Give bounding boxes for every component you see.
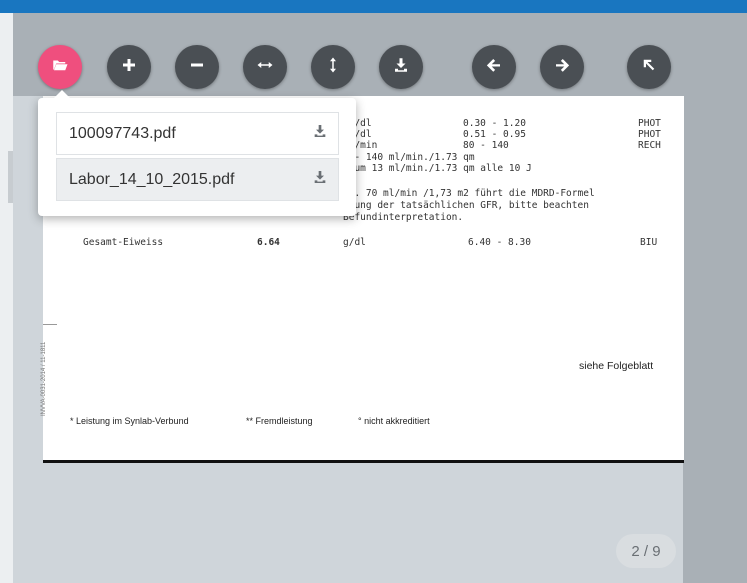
top-bar xyxy=(0,0,747,13)
open-file-button[interactable] xyxy=(38,45,82,89)
exit-button[interactable] xyxy=(627,45,671,89)
file-menu: 100097743.pdf Labor_14_10_2015.pdf xyxy=(38,90,356,216)
doc-legend-3: ° nicht akkreditiert xyxy=(358,416,430,426)
folder-open-icon xyxy=(51,56,69,79)
download-button[interactable] xyxy=(379,45,423,89)
page-mark xyxy=(43,324,57,325)
file-name: 100097743.pdf xyxy=(69,124,176,142)
download-icon[interactable] xyxy=(312,169,328,190)
doc-protein-unit: g/dl xyxy=(343,237,366,248)
doc-legend-1: * Leistung im Synlab-Verbund xyxy=(70,416,189,426)
file-item[interactable]: Labor_14_10_2015.pdf xyxy=(56,158,339,201)
doc-note-1: 3 - 140 ml/min./1.73 qm xyxy=(343,152,475,163)
doc-vertical-text: INVVA-0031-2014 / 11-1811 xyxy=(41,341,47,416)
left-sidebar xyxy=(0,13,13,583)
file-item[interactable]: 100097743.pdf xyxy=(56,112,339,155)
doc-legend-2: ** Fremdleistung xyxy=(246,416,313,426)
arrow-left-icon xyxy=(485,56,503,79)
doc-protein-code: BIU xyxy=(640,237,658,248)
next-page-button[interactable] xyxy=(540,45,584,89)
arrow-right-icon xyxy=(553,56,571,79)
doc-code-1: PHOT xyxy=(638,118,661,129)
arrow-up-left-icon xyxy=(640,56,658,79)
download-icon xyxy=(392,56,410,79)
doc-note-4: tzung der tatsächlichen GFR, bitte beach… xyxy=(343,200,589,211)
doc-protein-range: 6.40 - 8.30 xyxy=(468,237,531,248)
file-name: Labor_14_10_2015.pdf xyxy=(69,170,235,188)
doc-footer-right: siehe Folgeblatt xyxy=(579,360,654,372)
fit-height-button[interactable] xyxy=(311,45,355,89)
doc-note-2: e um 13 ml/min./1.73 qm alle 10 J xyxy=(343,163,532,174)
doc-range-2: 0.51 - 0.95 xyxy=(463,129,526,140)
arrows-vertical-icon xyxy=(324,56,342,79)
plus-icon xyxy=(120,56,138,79)
download-icon[interactable] xyxy=(312,123,328,144)
arrows-horizontal-icon xyxy=(256,56,274,79)
doc-code-3: RECH xyxy=(638,140,661,151)
doc-range-3: 80 - 140 xyxy=(463,140,509,151)
doc-protein-label: Gesamt-Eiweiss xyxy=(83,237,164,248)
fit-width-button[interactable] xyxy=(243,45,287,89)
right-panel xyxy=(683,13,747,583)
doc-note-5: Befundinterpretation. xyxy=(343,212,464,223)
doc-range-1: 0.30 - 1.20 xyxy=(463,118,526,129)
zoom-in-button[interactable] xyxy=(107,45,151,89)
doc-note-3: ca. 70 ml/min /1,73 m2 führt die MDRD-Fo… xyxy=(343,188,595,199)
previous-page-button[interactable] xyxy=(472,45,516,89)
doc-protein-value: 6.64 xyxy=(257,237,280,248)
page-indicator: 2 / 9 xyxy=(616,534,676,568)
doc-code-2: PHOT xyxy=(638,129,661,140)
zoom-out-button[interactable] xyxy=(175,45,219,89)
minus-icon xyxy=(188,56,206,79)
